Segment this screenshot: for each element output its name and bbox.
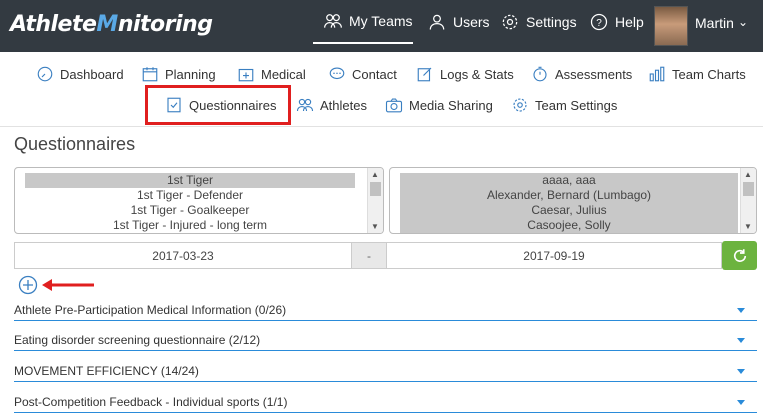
list-option[interactable]: 1st Tiger - Goalkeeper: [25, 203, 355, 218]
medical-icon: [238, 68, 254, 82]
athletes-list: aaaa, aaa Alexander, Bernard (Lumbago) Cae…: [390, 168, 756, 234]
subnav-assessments[interactable]: Assessments: [531, 62, 632, 86]
gear-icon: [502, 14, 518, 30]
stopwatch-icon: [533, 66, 547, 82]
teams-list: 1st Tiger 1st Tiger - Defender 1st Tiger -…: [15, 168, 383, 234]
app-logo[interactable]: AthleteMnitoring: [10, 12, 213, 37]
user-icon: [429, 14, 445, 30]
nav-help[interactable]: ? Help: [589, 0, 644, 44]
athletes-scrollbar[interactable]: ▲ ▼: [740, 168, 756, 233]
list-option[interactable]: Dupont, Tom: [400, 233, 738, 234]
subnav-media-sharing-label: Media Sharing: [409, 97, 493, 113]
nav-my-teams[interactable]: My Teams: [313, 0, 413, 44]
subnav-assessments-label: Assessments: [555, 66, 633, 82]
list-option[interactable]: 1st Tiger - Defender: [25, 188, 355, 203]
refresh-icon: [733, 248, 746, 262]
subnav-planning[interactable]: Planning: [141, 62, 216, 86]
subnav-athletes[interactable]: Athletes: [296, 93, 367, 117]
annotation-arrow-icon: [42, 279, 94, 291]
questionnaire-row[interactable]: Post-Competition Feedback - Individual s…: [14, 391, 757, 413]
list-option[interactable]: 1st Tiger - Injured - long term: [25, 218, 355, 233]
subnav-team-charts[interactable]: Team Charts: [648, 62, 746, 86]
camera-icon: [385, 98, 403, 113]
nav-settings[interactable]: Settings: [500, 0, 577, 44]
user-name[interactable]: Martin: [695, 15, 734, 31]
questionnaire-label: Post-Competition Feedback - Individual s…: [14, 395, 288, 409]
end-date-field[interactable]: 2017-09-19: [386, 242, 722, 269]
subnav-medical-label: Medical: [261, 66, 306, 82]
subnav-dashboard-label: Dashboard: [60, 66, 124, 82]
gear-icon: [513, 98, 527, 112]
start-date-field[interactable]: 2017-03-23: [14, 242, 352, 269]
expand-caret-icon[interactable]: [737, 369, 745, 374]
questionnaire-label: Eating disorder screening questionnaire …: [14, 333, 261, 347]
questionnaire-row[interactable]: Athlete Pre-Participation Medical Inform…: [14, 299, 757, 321]
nav-users-label: Users: [453, 14, 490, 30]
dashboard-icon: [37, 66, 53, 82]
top-bar: AthleteMnitoring My Teams Users Settings…: [0, 0, 763, 52]
questionnaire-label: MOVEMENT EFFICIENCY (14/24): [14, 364, 199, 378]
add-icon[interactable]: [18, 275, 38, 295]
subnav-contact-label: Contact: [352, 66, 397, 82]
expand-caret-icon[interactable]: [737, 400, 745, 405]
expand-caret-icon[interactable]: [737, 338, 745, 343]
svg-text:?: ?: [596, 18, 602, 29]
avatar[interactable]: [654, 6, 688, 46]
athletes-listbox[interactable]: aaaa, aaa Alexander, Bernard (Lumbago) Cae…: [389, 167, 757, 234]
nav-users[interactable]: Users: [427, 0, 490, 44]
subnav-planning-label: Planning: [165, 66, 216, 82]
list-option[interactable]: 1st Tiger: [25, 173, 355, 188]
people-icon: [324, 14, 342, 28]
questionnaire-label: Athlete Pre-Participation Medical Inform…: [14, 303, 287, 317]
help-icon: ?: [590, 13, 608, 31]
subnav-team-charts-label: Team Charts: [672, 66, 746, 82]
athletes-icon: [296, 98, 314, 112]
list-option[interactable]: Alexander, Bernard (Lumbago): [400, 188, 738, 203]
subnav-logs-stats[interactable]: Logs & Stats: [416, 62, 514, 86]
chevron-down-icon[interactable]: ⌄: [738, 15, 748, 29]
highlight-box: [145, 85, 291, 125]
teams-scrollbar[interactable]: ▲ ▼: [367, 168, 383, 233]
page-title: Questionnaires: [14, 134, 136, 154]
nav-help-label: Help: [615, 14, 644, 30]
questionnaire-row[interactable]: MOVEMENT EFFICIENCY (14/24): [14, 360, 757, 382]
chat-icon: [329, 67, 345, 80]
list-option[interactable]: Caesar, Julius: [400, 203, 738, 218]
subnav-medical[interactable]: Medical: [237, 62, 306, 86]
subnav-team-settings-label: Team Settings: [535, 97, 618, 113]
scroll-thumb[interactable]: [370, 182, 381, 196]
scroll-up-icon[interactable]: ▲: [371, 170, 379, 179]
list-option[interactable]: Casoojee, Solly: [400, 218, 738, 233]
subnav-logs-stats-label: Logs & Stats: [440, 66, 514, 82]
subnav-media-sharing[interactable]: Media Sharing: [385, 93, 493, 117]
scroll-thumb[interactable]: [743, 182, 754, 196]
nav-my-teams-label: My Teams: [349, 13, 413, 29]
subnav-team-settings[interactable]: Team Settings: [511, 93, 617, 117]
date-separator: -: [352, 242, 386, 269]
subnav-athletes-label: Athletes: [320, 97, 367, 113]
scroll-up-icon[interactable]: ▲: [744, 170, 752, 179]
calendar-icon: [142, 67, 158, 82]
questionnaire-row[interactable]: Eating disorder screening questionnaire …: [14, 329, 757, 351]
divider: [0, 126, 763, 127]
subnav-dashboard[interactable]: Dashboard: [36, 62, 124, 86]
bar-chart-icon: [649, 66, 665, 82]
scroll-down-icon[interactable]: ▼: [371, 222, 379, 231]
expand-caret-icon[interactable]: [737, 308, 745, 313]
refresh-button[interactable]: [722, 241, 757, 270]
list-option[interactable]: aaaa, aaa: [400, 173, 738, 188]
edit-icon: [417, 67, 432, 82]
scroll-down-icon[interactable]: ▼: [744, 222, 752, 231]
subnav-contact[interactable]: Contact: [328, 62, 397, 86]
list-option[interactable]: 1st Tiger - Midfielder: [25, 233, 355, 234]
teams-listbox[interactable]: 1st Tiger 1st Tiger - Defender 1st Tiger -…: [14, 167, 384, 234]
nav-settings-label: Settings: [526, 14, 577, 30]
